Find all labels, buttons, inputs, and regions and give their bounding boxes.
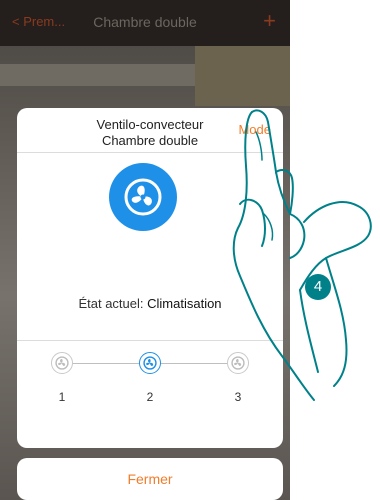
pointing-hand xyxy=(232,109,372,401)
step-number-badge: 4 xyxy=(305,274,331,300)
